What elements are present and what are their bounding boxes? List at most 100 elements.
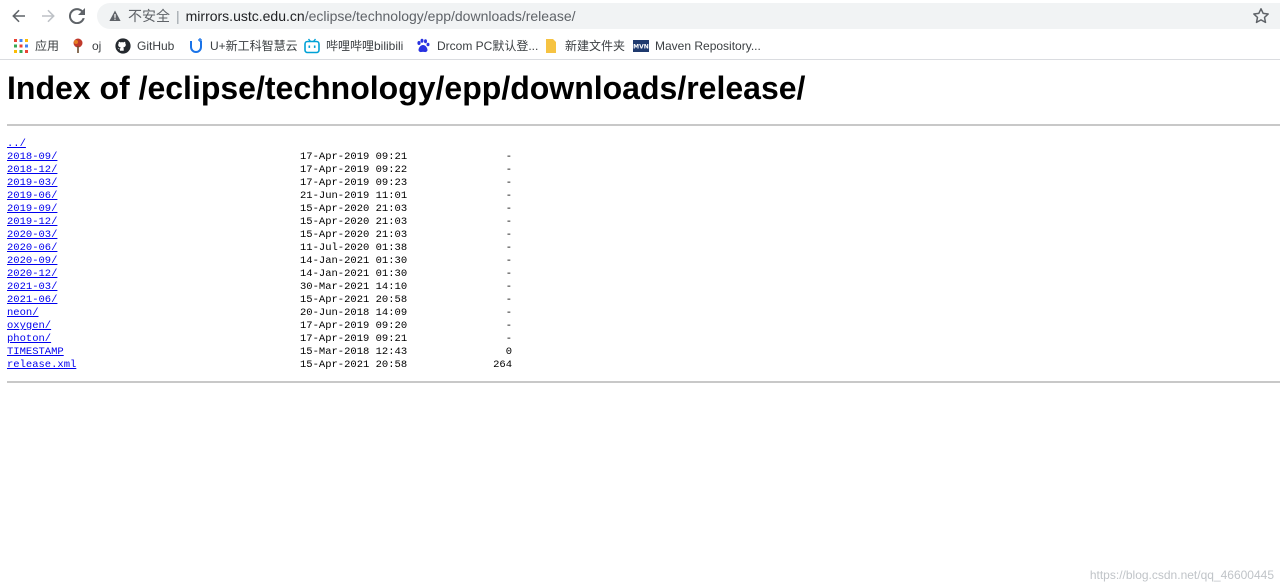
- list-item: 2020-09/14-Jan-2021 01:30 -: [7, 255, 527, 268]
- entries-list: 2018-09/17-Apr-2019 09:21-2018-12/17-Apr…: [7, 151, 527, 372]
- list-item: 2020-06/11-Jul-2020 01:38 -: [7, 242, 527, 255]
- bookmark-label: oj: [92, 38, 102, 53]
- horizontal-rule-bottom: [7, 381, 1280, 383]
- list-item: 2020-12/14-Jan-2021 01:30 -: [7, 268, 527, 281]
- entry-size: -: [505, 203, 512, 215]
- entry-size: 264: [493, 359, 512, 371]
- entry-link[interactable]: 2020-09/: [7, 255, 57, 268]
- bookmark-github[interactable]: GitHub: [115, 37, 174, 54]
- forward-button[interactable]: [37, 5, 59, 27]
- list-item: TIMESTAMP 15-Mar-2018 12:43 0: [7, 346, 527, 359]
- entry-date: 15-Apr-2021 20:58: [300, 359, 408, 371]
- bookmark-u-plus[interactable]: U+新工科智慧云: [188, 37, 298, 54]
- entry-link[interactable]: 2020-12/: [7, 268, 57, 281]
- entry-date: 15-Apr-2020 21:03: [300, 229, 408, 241]
- bookmarks-bar: 应用 oj GitHub U+新工科智慧云 哔哩哔哩bilibili Drcom…: [0, 31, 1280, 60]
- entry-size: -: [505, 151, 512, 163]
- entry-date: 14-Jan-2021 01:30: [300, 268, 408, 280]
- entry-size: -: [505, 242, 512, 254]
- page-title: Index of /eclipse/technology/epp/downloa…: [7, 70, 806, 106]
- parent-row: ../: [7, 138, 527, 151]
- entry-date: 15-Apr-2020 21:03: [300, 203, 408, 215]
- bookmark-label: GitHub: [137, 38, 175, 53]
- entry-size: -: [505, 255, 512, 267]
- list-item: 2020-03/15-Apr-2020 21:03 -: [7, 229, 527, 242]
- entry-size: -: [505, 190, 512, 202]
- entry-link[interactable]: 2021-03/: [7, 281, 57, 294]
- entry-link[interactable]: 2018-09/: [7, 151, 57, 164]
- address-separator: |: [176, 8, 180, 24]
- horizontal-rule-top: [7, 124, 1280, 126]
- entry-size: -: [505, 320, 512, 332]
- entry-size: -: [505, 216, 512, 228]
- entry-size: -: [505, 294, 512, 306]
- entry-link[interactable]: release.xml: [7, 359, 76, 372]
- maven-icon: MVN: [633, 38, 649, 54]
- security-label[interactable]: 不安全: [128, 6, 170, 26]
- list-item: 2019-03/17-Apr-2019 09:23 -: [7, 177, 527, 190]
- entry-link[interactable]: 2019-12/: [7, 216, 57, 229]
- bookmark-label: 哔哩哔哩bilibili: [326, 39, 404, 53]
- entry-date: 17-Apr-2019 09:20: [300, 320, 408, 332]
- entry-link[interactable]: 2020-06/: [7, 242, 57, 255]
- list-item: 2018-09/17-Apr-2019 09:21 -: [7, 151, 527, 164]
- entry-link[interactable]: oxygen/: [7, 320, 51, 333]
- entry-date: 21-Jun-2019 11:01: [300, 190, 408, 202]
- list-item: 2019-09/15-Apr-2020 21:03 -: [7, 203, 527, 216]
- bookmark-label: 应用: [35, 39, 60, 53]
- entry-size: -: [505, 177, 512, 189]
- u-plus-icon: [188, 37, 204, 54]
- reload-icon: [69, 8, 85, 24]
- bookmark-oj[interactable]: oj: [70, 37, 101, 54]
- entry-size: -: [505, 268, 512, 280]
- list-item: neon/20-Jun-2018 14:09 -: [7, 307, 527, 320]
- reload-button[interactable]: [66, 5, 88, 27]
- entry-link[interactable]: 2018-12/: [7, 164, 57, 177]
- entry-size: 0: [505, 346, 512, 358]
- bookmark-new-folder[interactable]: 新建文件夹: [543, 37, 625, 54]
- entry-date: 14-Jan-2021 01:30: [300, 255, 408, 267]
- list-item: 2018-12/17-Apr-2019 09:22 -: [7, 164, 527, 177]
- entry-link[interactable]: 2019-03/: [7, 177, 57, 190]
- entry-size: -: [505, 307, 512, 319]
- watermark: https://blog.csdn.net/qq_46600445: [1089, 568, 1274, 582]
- github-icon: [115, 37, 131, 54]
- bookmark-label: U+新工科智慧云: [210, 39, 298, 53]
- entry-link[interactable]: 2019-06/: [7, 190, 57, 203]
- browser-toolbar: 不安全 | mirrors.ustc.edu.cn/eclipse/techno…: [0, 0, 1280, 31]
- entry-link[interactable]: 2019-09/: [7, 203, 57, 216]
- address-bar[interactable]: 不安全 | mirrors.ustc.edu.cn/eclipse/techno…: [97, 3, 1280, 29]
- entry-date: 17-Apr-2019 09:22: [300, 164, 408, 176]
- entry-size: -: [505, 164, 512, 176]
- bilibili-icon: [304, 38, 320, 54]
- list-item: 2021-03/30-Mar-2021 14:10 -: [7, 281, 527, 294]
- back-button[interactable]: [8, 5, 30, 27]
- entry-date: 17-Apr-2019 09:23: [300, 177, 408, 189]
- entry-link[interactable]: 2021-06/: [7, 294, 57, 307]
- directory-listing: ../ 2018-09/17-Apr-2019 09:21-2018-12/17…: [7, 138, 527, 372]
- entry-link[interactable]: 2020-03/: [7, 229, 57, 242]
- entry-link[interactable]: neon/: [7, 307, 39, 320]
- bookmark-label: Drcom PC默认登...: [437, 39, 539, 53]
- entry-link[interactable]: photon/: [7, 333, 51, 346]
- entry-date: 20-Jun-2018 14:09: [300, 307, 408, 319]
- bookmark-bilibili[interactable]: 哔哩哔哩bilibili: [304, 37, 403, 54]
- bookmark-drcom[interactable]: Drcom PC默认登...: [415, 37, 538, 54]
- url-host: mirrors.ustc.edu.cn: [185, 8, 305, 24]
- entry-date: 11-Jul-2020 01:38: [300, 242, 408, 254]
- svg-text:MVN: MVN: [633, 43, 649, 50]
- page-content: Index of /eclipse/technology/epp/downloa…: [0, 61, 1280, 588]
- entry-link[interactable]: TIMESTAMP: [7, 346, 64, 359]
- entry-size: -: [505, 281, 512, 293]
- bookmark-maven[interactable]: MVN Maven Repository...: [633, 37, 761, 54]
- parent-directory-link[interactable]: ../: [7, 138, 26, 151]
- tree-icon: [70, 38, 86, 54]
- forward-arrow-icon: [42, 9, 55, 23]
- bookmark-star-icon[interactable]: [1252, 7, 1270, 25]
- entry-date: 17-Apr-2019 09:21: [300, 151, 408, 163]
- list-item: 2019-12/15-Apr-2020 21:03 -: [7, 216, 527, 229]
- bookmark-apps[interactable]: 应用: [13, 37, 59, 54]
- entry-date: 30-Mar-2021 14:10: [300, 281, 408, 293]
- entry-date: 15-Apr-2020 21:03: [300, 216, 408, 228]
- url-path: /eclipse/technology/epp/downloads/releas…: [304, 8, 576, 24]
